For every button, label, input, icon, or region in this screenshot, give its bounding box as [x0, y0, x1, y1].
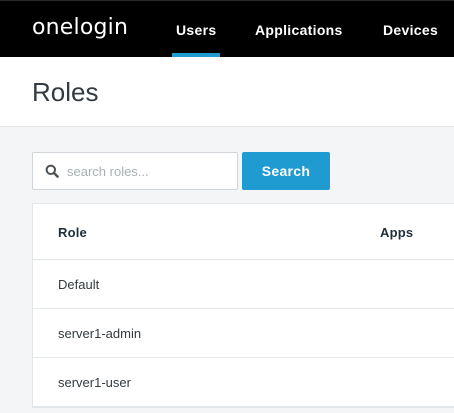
search-input[interactable] — [67, 154, 235, 188]
table-row[interactable]: server1-user — [33, 358, 454, 407]
tab-users[interactable]: Users — [176, 22, 216, 38]
column-header-role[interactable]: Role — [58, 225, 87, 240]
search-icon — [45, 164, 59, 178]
column-header-apps[interactable]: Apps — [380, 225, 413, 240]
role-name[interactable]: server1-user — [58, 375, 131, 390]
page-header: Roles — [0, 57, 454, 127]
search-button[interactable]: Search — [242, 152, 330, 190]
topbar-edge — [0, 0, 454, 1]
page-title: Roles — [32, 77, 99, 107]
tab-applications[interactable]: Applications — [255, 22, 343, 38]
top-navigation-bar: onelogin Users Applications Devices — [0, 0, 454, 57]
role-name[interactable]: Default — [58, 277, 99, 292]
tab-devices[interactable]: Devices — [383, 22, 438, 38]
role-name[interactable]: server1-admin — [58, 326, 141, 341]
search-field[interactable] — [32, 152, 238, 190]
table-row[interactable]: server1-admin — [33, 309, 454, 358]
table-row[interactable]: Default — [33, 260, 454, 309]
onelogin-logo[interactable]: onelogin — [32, 15, 128, 40]
roles-table: Role Apps Default server1-admin server1-… — [32, 203, 454, 408]
